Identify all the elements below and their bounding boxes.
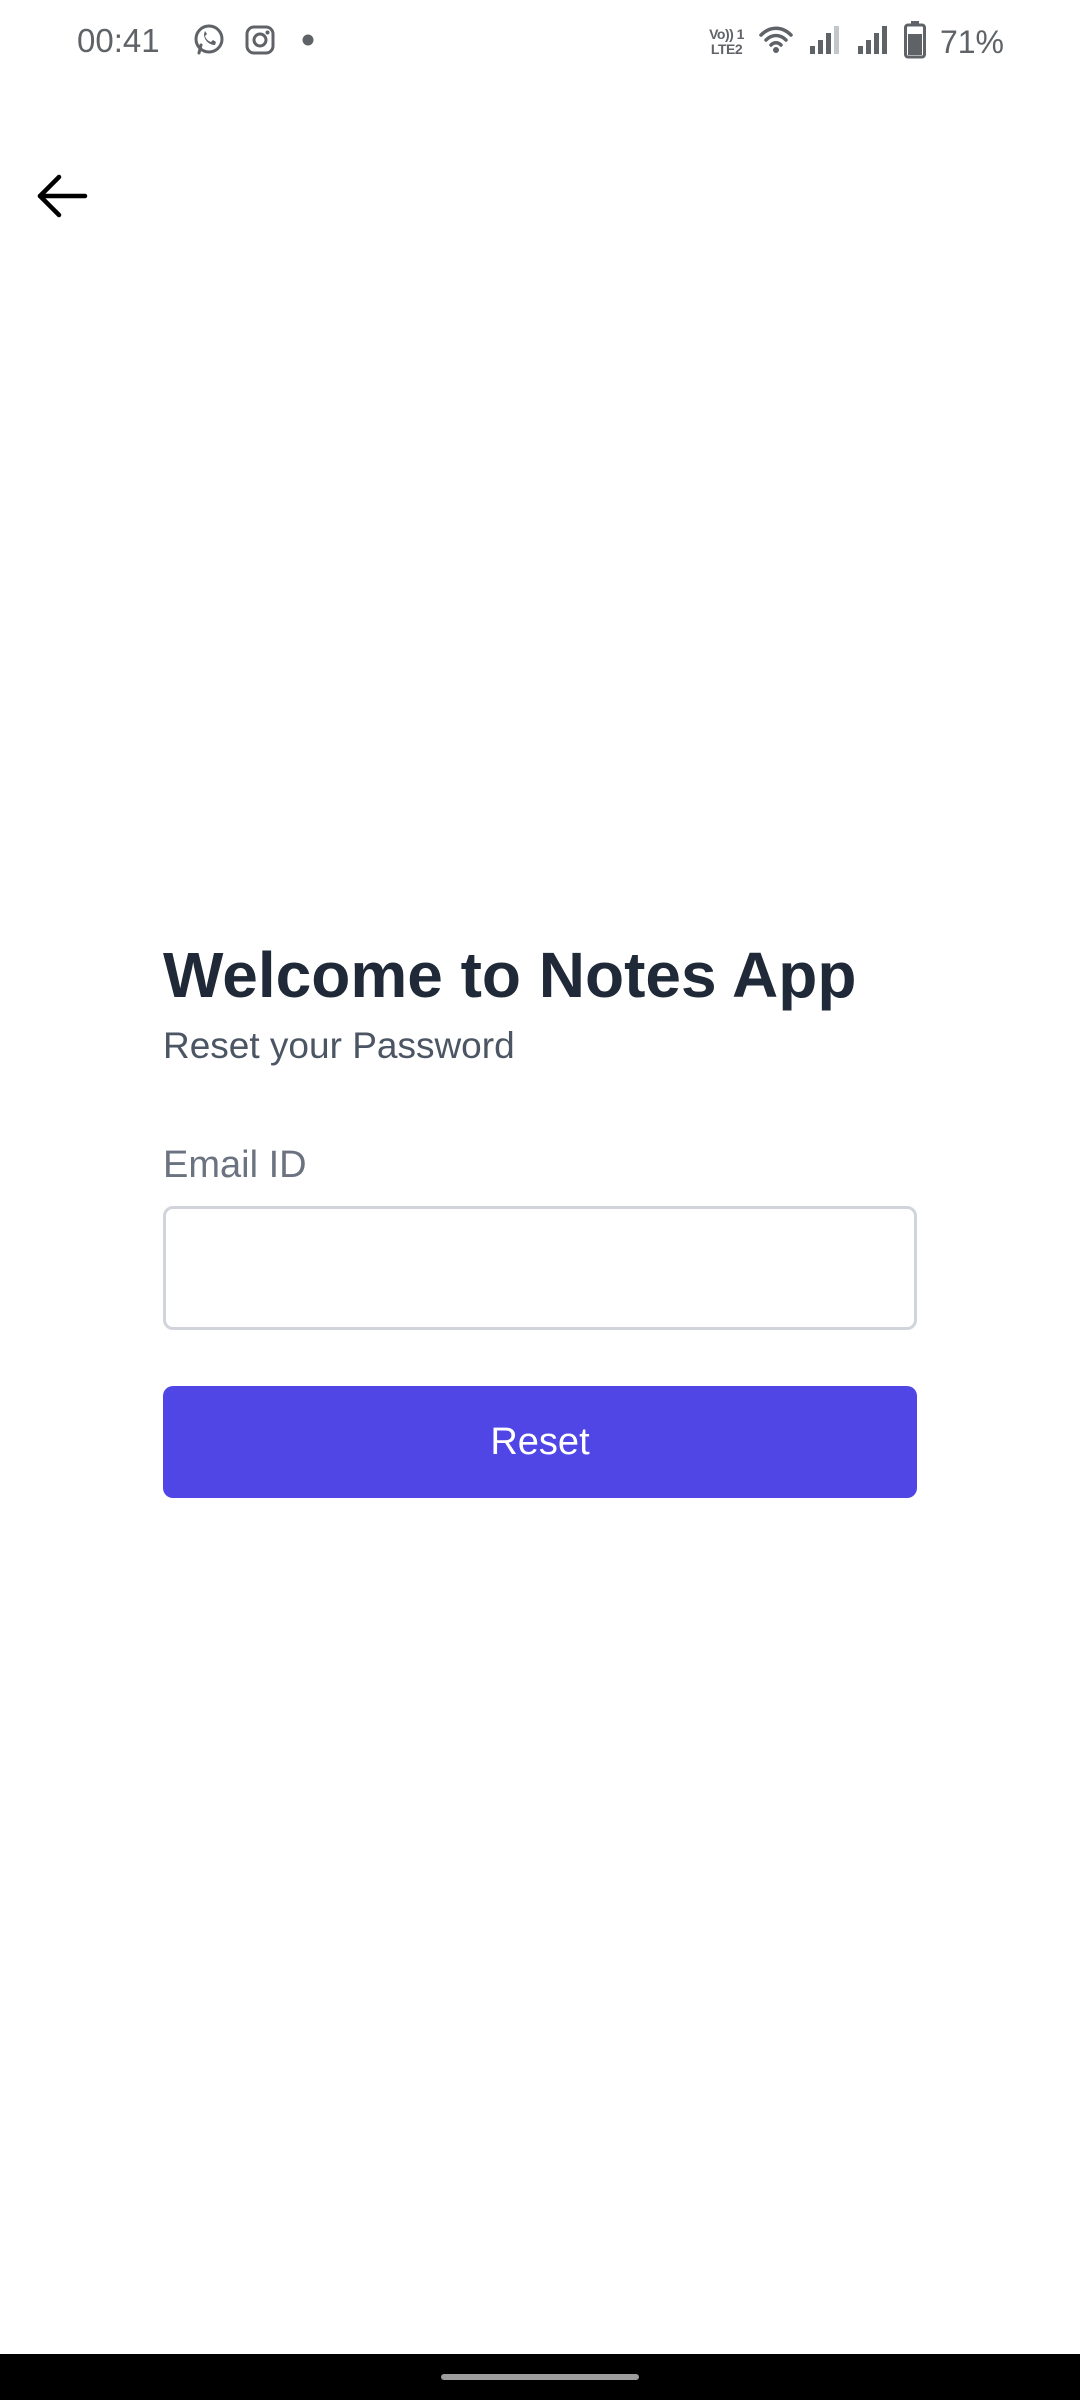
battery-percent: 71% xyxy=(939,23,1004,60)
reset-button[interactable]: Reset xyxy=(163,1386,917,1498)
email-label: Email ID xyxy=(163,1144,307,1186)
battery-icon xyxy=(903,20,926,64)
navigation-bar xyxy=(0,2354,1080,2400)
instagram-icon xyxy=(244,24,276,61)
page-title: Welcome to Notes App xyxy=(163,939,857,1011)
home-gesture-handle[interactable] xyxy=(441,2374,639,2380)
system-icons: Vo)) 1 LTE2 71% xyxy=(709,20,1004,64)
back-button[interactable] xyxy=(24,160,100,236)
reset-password-form: Welcome to Notes App Reset your Password… xyxy=(163,930,917,1498)
notification-icons xyxy=(192,22,322,62)
signal-2-icon xyxy=(856,24,890,61)
status-time: 00:41 xyxy=(77,22,160,59)
status-bar: 00:41 Vo)) 1 LTE2 71% xyxy=(0,0,1080,84)
wifi-icon xyxy=(758,24,794,61)
email-field[interactable] xyxy=(163,1206,917,1330)
whatsapp-icon xyxy=(192,23,226,62)
page-subtitle: Reset your Password xyxy=(163,1025,515,1066)
dot-icon xyxy=(294,26,322,59)
volte-line2: LTE2 xyxy=(710,41,743,57)
reset-button-label: Reset xyxy=(490,1420,590,1463)
volte-line1: Vo)) 1 xyxy=(709,26,744,42)
volte-indicator: Vo)) 1 LTE2 xyxy=(709,27,744,57)
arrow-left-icon xyxy=(36,174,88,223)
reset-password-screen: 00:41 Vo)) 1 LTE2 71% Welcome to Notes A… xyxy=(0,0,1080,2400)
signal-1-icon xyxy=(808,24,842,61)
